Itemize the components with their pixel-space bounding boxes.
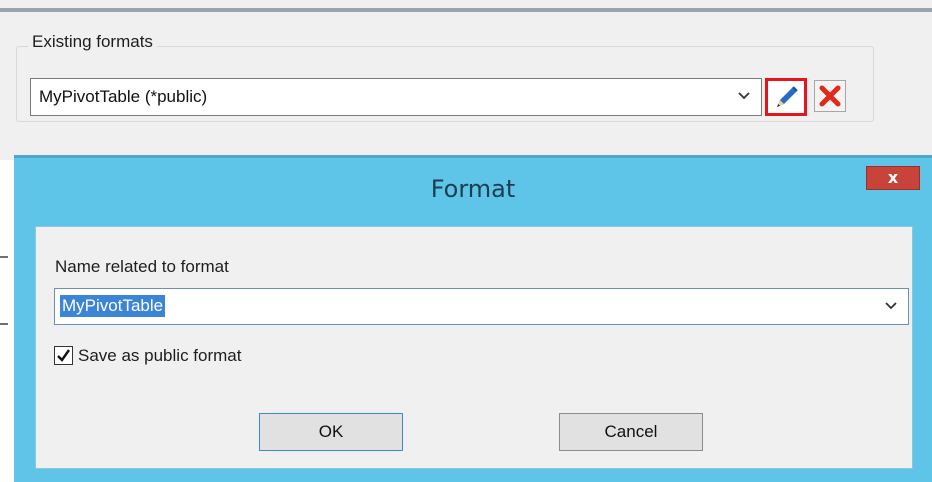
format-name-combobox[interactable]: MyPivotTable xyxy=(54,288,909,325)
public-format-label[interactable]: Save as public format xyxy=(78,346,241,366)
existing-formats-dropdown[interactable]: MyPivotTable (*public) xyxy=(30,78,762,116)
edit-format-button[interactable] xyxy=(765,78,807,116)
ok-button[interactable]: OK xyxy=(259,413,403,451)
name-label: Name related to format xyxy=(55,257,229,276)
format-name-value[interactable]: MyPivotTable xyxy=(60,295,166,317)
format-dialog: Format x Name related to format MyPivotT… xyxy=(14,155,932,482)
background-edge-mark xyxy=(0,323,8,325)
background-edge-mark xyxy=(0,256,8,258)
existing-formats-label: Existing formats xyxy=(28,32,157,52)
chevron-down-icon[interactable] xyxy=(737,90,751,102)
dialog-top-border xyxy=(14,155,932,158)
red-x-icon xyxy=(819,85,841,107)
pencil-icon xyxy=(777,86,798,107)
checkmark-icon xyxy=(57,349,70,362)
dialog-body: Name related to format MyPivotTable Save… xyxy=(35,226,913,469)
public-format-checkbox[interactable] xyxy=(54,346,73,365)
delete-format-button[interactable] xyxy=(814,80,846,112)
chevron-down-icon[interactable] xyxy=(884,300,898,312)
close-button[interactable]: x xyxy=(866,166,920,190)
window-top-border xyxy=(0,8,932,12)
dialog-title: Format xyxy=(430,175,516,203)
cancel-button[interactable]: Cancel xyxy=(559,413,703,451)
existing-formats-value: MyPivotTable (*public) xyxy=(39,87,208,106)
